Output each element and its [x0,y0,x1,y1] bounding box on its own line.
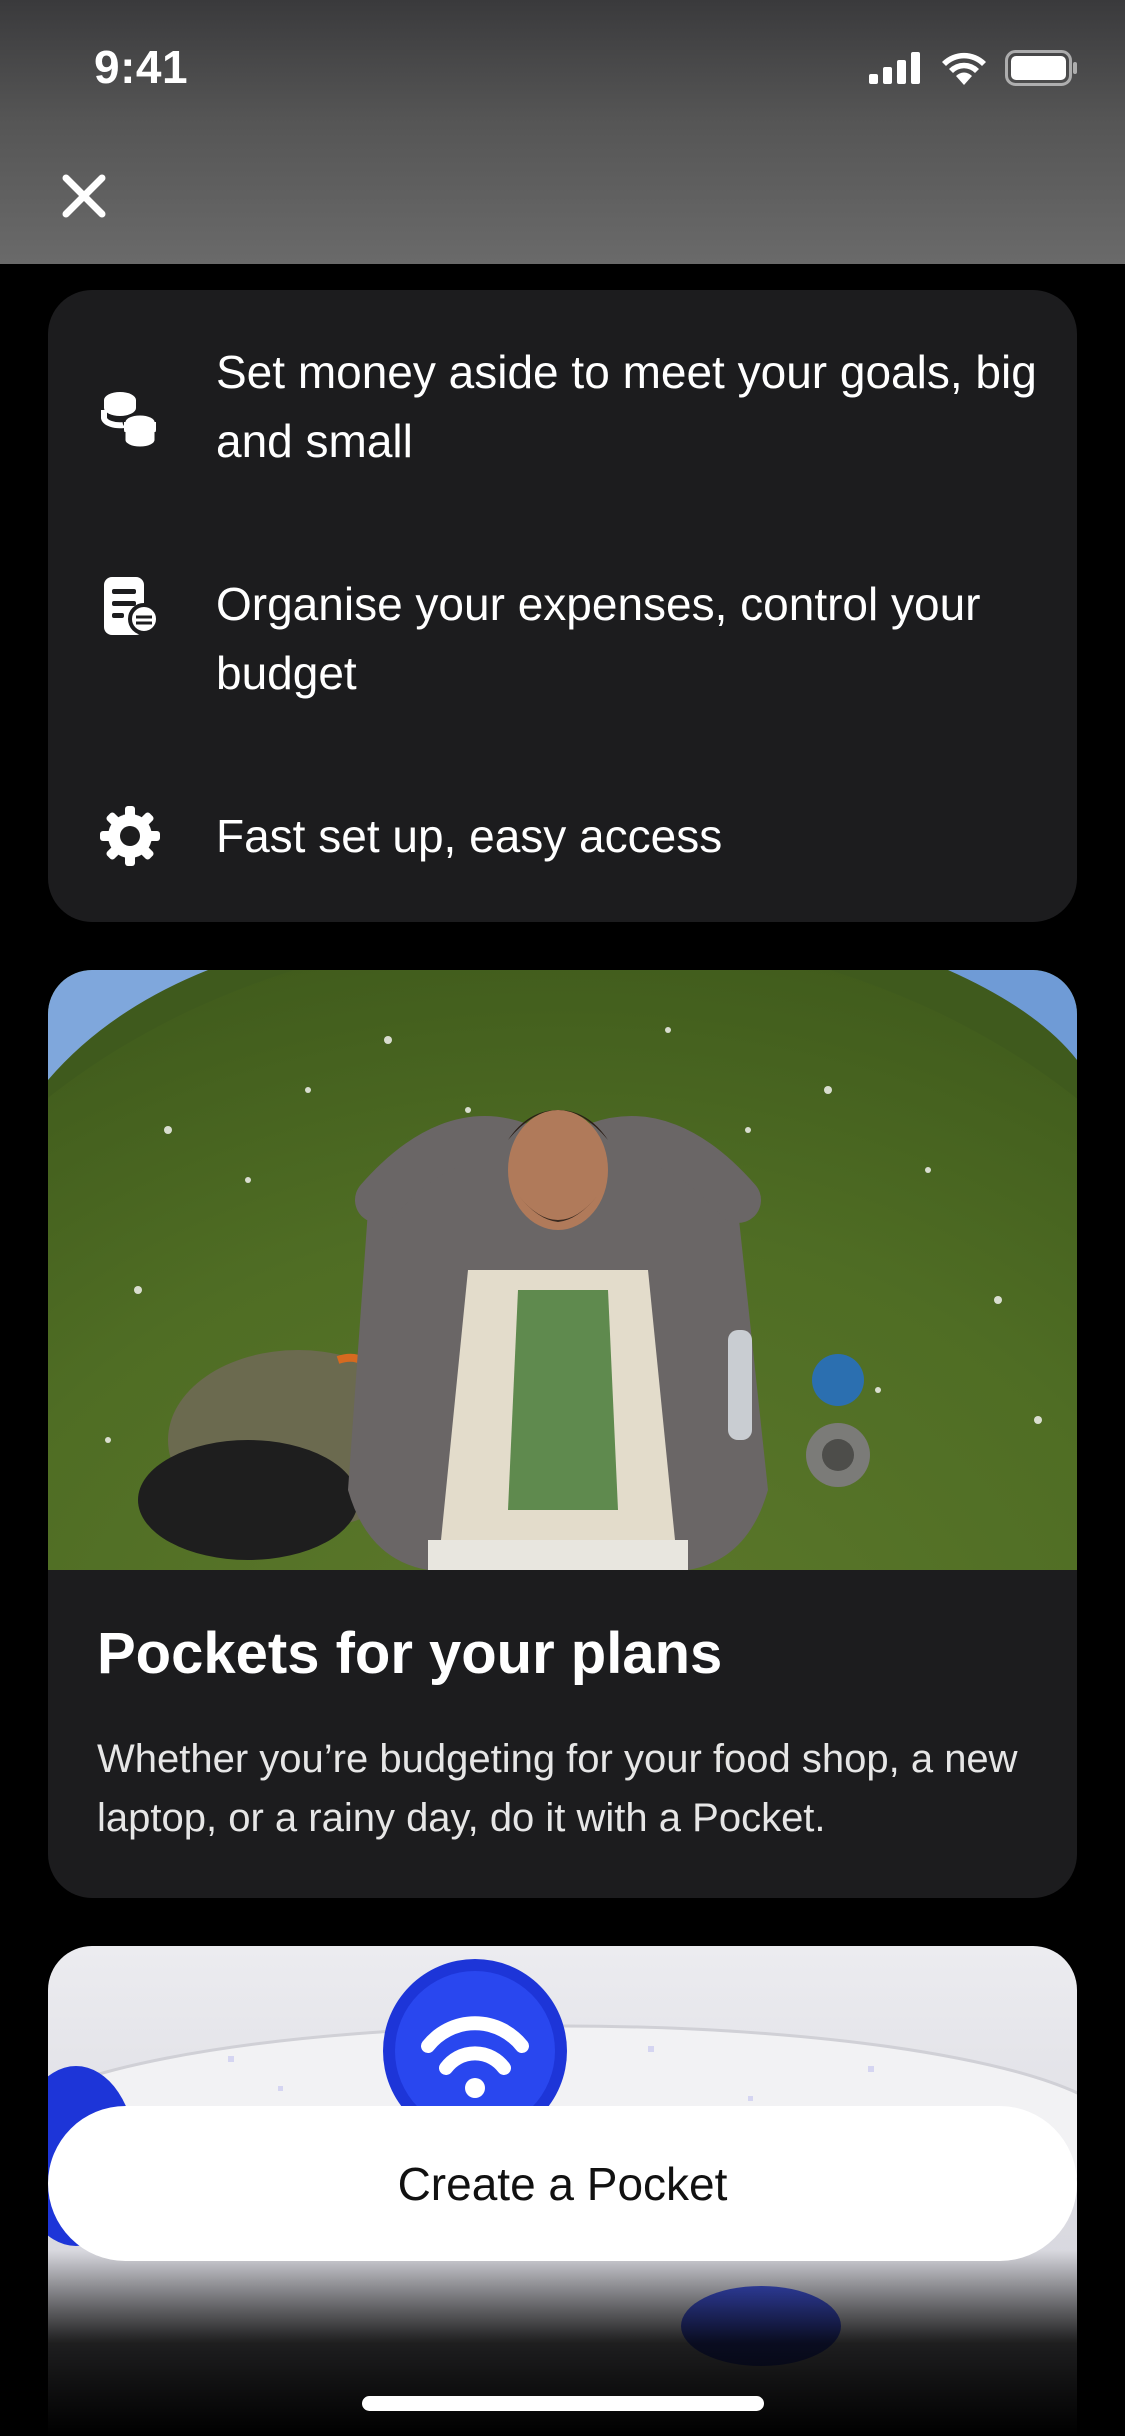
header: 9:41 [0,0,1125,264]
plans-card-title: Pockets for your plans [97,1621,723,1686]
status-icons [869,50,1079,86]
feature-item-goals: Set money aside to meet your goals, big … [48,338,1077,478]
feature-text-expenses: Organise your expenses, control your bud… [216,578,981,699]
man-lying-on-grass-photo [48,970,1077,1570]
home-indicator [362,2396,764,2411]
battery-icon [1005,50,1077,86]
coins-stack-icon [101,392,158,450]
wifi-icon [942,52,986,85]
features-card: Set money aside to meet your goals, big … [48,290,1077,922]
pockets-plans-card[interactable]: Pockets for your plans Whether you’re bu… [48,970,1077,1898]
gear-icon [100,806,160,866]
feature-item-setup: Fast set up, easy access [48,802,1077,882]
create-pocket-button[interactable]: Create a Pocket [48,2106,1077,2261]
status-time: 9:41 [94,41,189,93]
feature-text-setup: Fast set up, easy access [216,810,723,862]
plans-card-description: Whether you’re budgeting for your food s… [97,1737,1018,1840]
feature-text-goals: Set money aside to meet your goals, big … [216,346,1037,467]
pockets-intro-screen: 9:41 Set money aside to meet your goals,… [0,0,1125,2436]
close-icon[interactable] [52,164,116,228]
receipt-coin-icon [104,577,160,635]
cellular-signal-icon [869,52,920,84]
feature-item-expenses: Organise your expenses, control your bud… [48,570,1077,710]
